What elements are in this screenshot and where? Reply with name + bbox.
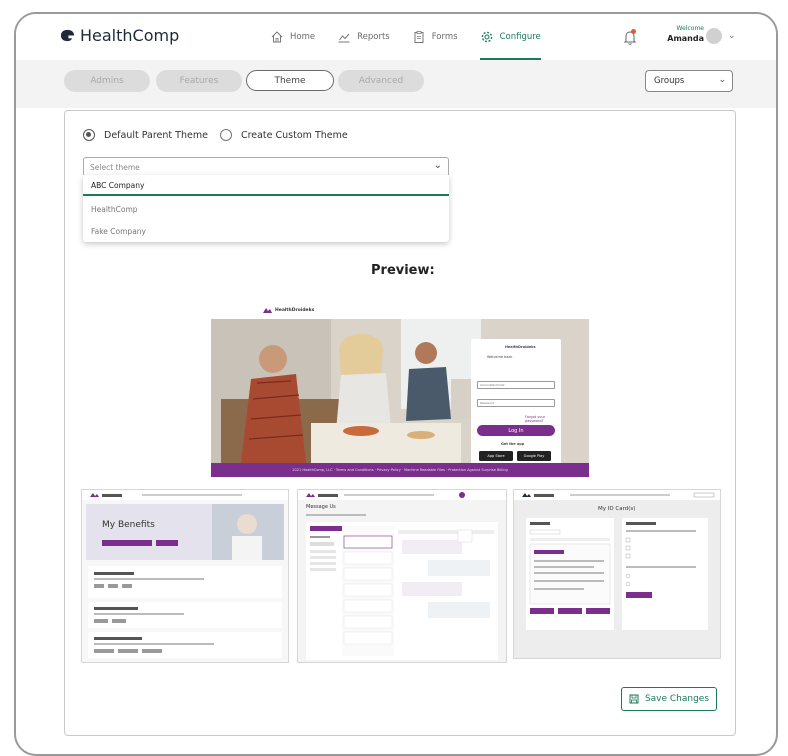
brand-logo[interactable]: HealthComp [60,26,179,45]
radio-default-theme[interactable] [83,129,95,141]
benefits-page-preview: My Benefits [81,489,289,663]
preview-login-button: Log In [477,425,555,436]
brand-name: HealthComp [80,26,180,45]
preview-password-input: Password [477,399,555,407]
chart-icon [338,33,350,43]
thumb-idcard-title: My ID Card(s) [598,506,636,512]
preview-login-card: HealthDroideks Welcome back AmandaSchmit… [471,339,561,463]
tab-advanced[interactable]: Advanced [338,70,424,92]
preview-hero-photo: HealthDroideks Welcome back AmandaSchmit… [211,319,589,463]
theme-panel: Default Parent Theme Create Custom Theme… [64,110,736,736]
preview-forgot-link: Forgot your password? [525,415,546,423]
preview-logo-icon [263,308,272,313]
thumb-benefits-title: My Benefits [102,520,155,530]
chevron-down-icon: ⌄ [433,160,442,171]
preview-brand-name: HealthDroideks [275,307,315,313]
tab-theme[interactable]: Theme [246,70,334,91]
welcome-label: Welcome [676,25,704,32]
clipboard-icon [414,31,424,43]
preview-login-welcome: Welcome back [487,355,513,359]
theme-option-fake-company[interactable]: Fake Company [91,227,146,236]
theme-option-abc-company[interactable]: ABC Company [91,181,144,190]
top-bar: HealthComp Home Reports Forms Configure [16,14,776,61]
groups-select-value: Groups [654,76,685,86]
theme-option-healthcomp[interactable]: HealthComp [91,205,138,214]
chevron-down-icon: ⌄ [718,75,726,85]
home-icon [271,31,283,43]
messages-page-preview: Message Us [297,489,507,663]
groups-select[interactable]: Groups ⌄ [645,70,733,92]
dropdown-selected-underline [83,194,449,196]
preview-get-app-label: Get the app [501,442,525,446]
thumb-messages-title: Message Us [306,504,336,510]
default-theme-label: Default Parent Theme [104,129,208,141]
radio-custom-theme[interactable] [219,129,232,141]
save-icon [629,694,639,704]
gear-icon [481,31,492,43]
nav-configure-label: Configure [499,32,541,42]
benefits-preview-illustration [82,490,288,658]
nav-configure[interactable]: Configure [479,14,541,60]
app-window: HealthComp Home Reports Forms Configure [14,12,778,756]
main-nav: Home Reports Forms Configure [270,14,541,60]
chevron-down-icon[interactable]: ⌄ [728,31,736,41]
tab-admins[interactable]: Admins [64,70,150,92]
preview-login-brand: HealthDroideks [505,345,536,349]
preview-brand-logo: HealthDroideks [263,307,314,313]
healthcomp-logo-icon [60,29,75,42]
custom-theme-label: Create Custom Theme [240,129,348,141]
tab-bar: Admins Features Theme Advanced Groups ⌄ [16,60,776,108]
nav-reports-label: Reports [357,32,390,42]
theme-select-placeholder: Select theme [90,162,140,172]
save-changes-label: Save Changes [644,694,710,704]
nav-forms-label: Forms [431,32,458,42]
login-page-preview: HealthDroideks HealthDroideks Welcome ba… [211,307,589,479]
tab-features[interactable]: Features [156,70,242,92]
nav-home[interactable]: Home [270,14,315,60]
preview-username-input: AmandaSchmitz [477,381,555,389]
avatar[interactable] [706,28,722,44]
theme-mode-options: Default Parent Theme Create Custom Theme [83,129,360,141]
theme-select[interactable]: Select theme ⌄ [83,157,449,177]
id-card-page-preview: My ID Card(s) [513,489,721,659]
idcard-preview-illustration [514,490,720,630]
nav-forms[interactable]: Forms [412,14,458,60]
save-changes-button[interactable]: Save Changes [621,687,717,711]
preview-footer: 2021 HealthComp, LLC · Terms and Conditi… [211,463,589,477]
user-name: Amanda [667,34,704,43]
notification-bell-icon[interactable] [622,28,638,46]
messages-preview-illustration [298,490,506,662]
welcome-text: Welcome Amanda [664,25,704,45]
nav-home-label: Home [290,32,316,42]
preview-google-play-badge: Google Play [517,451,551,461]
nav-reports[interactable]: Reports [337,14,390,60]
preview-app-store-badge: App Store [479,451,513,461]
preview-title: Preview: [371,263,435,278]
theme-dropdown-menu: ABC Company HealthComp Fake Company [83,175,449,242]
